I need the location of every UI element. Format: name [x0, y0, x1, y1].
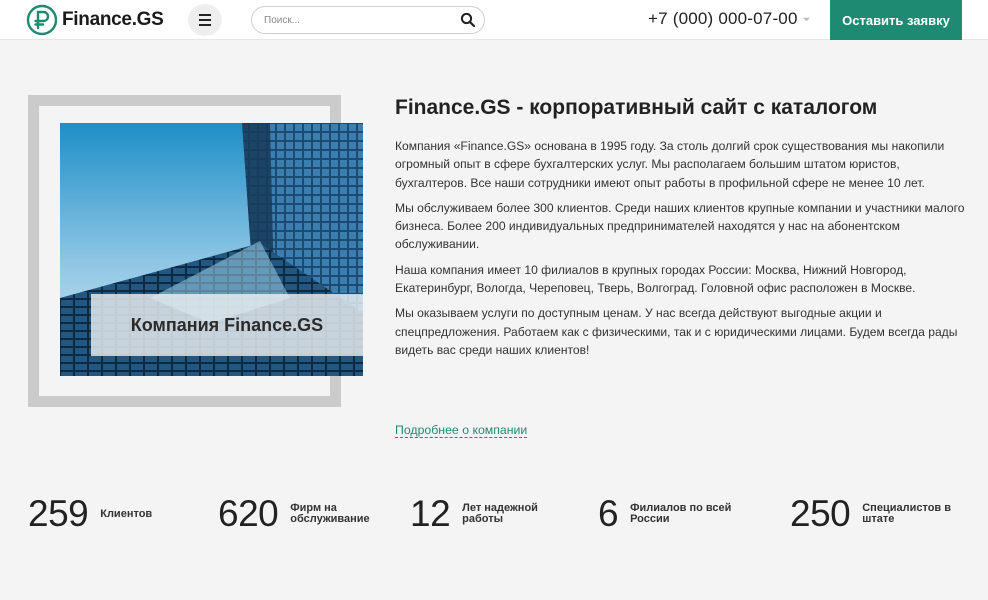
about-paragraph: Компания «Finance.GS» основана в 1995 го… — [395, 139, 945, 190]
more-about-link[interactable]: Подробнее о компании — [395, 423, 528, 438]
chevron-down-icon — [802, 17, 810, 21]
search-input[interactable] — [264, 7, 454, 33]
page-title: Finance.GS - корпоративный сайт с катало… — [395, 96, 878, 119]
stat-item: 12 Лет надежной работы — [410, 493, 538, 535]
about-text: Компания «Finance.GS» основана в 1995 го… — [395, 137, 965, 366]
phone-number: +7 (000) 000-07-00 — [648, 9, 798, 28]
menu-line — [199, 19, 211, 21]
search-box — [251, 6, 485, 34]
stat-label-line: Клиентов — [100, 507, 153, 520]
stat-label: Фирм на обслуживание — [290, 503, 369, 525]
logo-text: Finance.GS — [62, 9, 164, 30]
stat-label: Клиентов — [100, 507, 153, 520]
stat-label: Лет надежной работы — [462, 503, 538, 525]
site-header: Finance.GS +7 (000) 000-07-00 Оставить з… — [0, 0, 988, 40]
stat-label-line: штате — [862, 513, 895, 525]
stat-label-line: обслуживание — [290, 513, 370, 525]
search-icon[interactable] — [460, 12, 476, 28]
stat-value: 12 — [410, 493, 451, 534]
stat-value: 6 — [598, 493, 619, 534]
logo[interactable]: Finance.GS — [26, 2, 164, 38]
request-button[interactable]: Оставить заявку — [830, 0, 962, 40]
about-paragraph: Мы обслуживаем более 300 клиентов. Среди… — [395, 200, 965, 252]
stat-value: 620 — [218, 493, 279, 534]
phone-dropdown[interactable]: +7 (000) 000-07-00 — [648, 9, 811, 29]
stat-item: 620 Фирм на обслуживание — [218, 493, 370, 535]
stat-value: 259 — [28, 493, 89, 534]
about-paragraph: Наша компания имеет 10 филиалов в крупны… — [395, 262, 916, 296]
menu-line — [199, 24, 211, 26]
stat-label-line: России — [630, 513, 670, 525]
menu-button[interactable] — [188, 4, 222, 36]
stat-value: 250 — [790, 493, 851, 534]
stat-label-line: работы — [462, 513, 504, 525]
ruble-logo-icon — [26, 4, 58, 36]
photo-caption: Компания Finance.GS — [91, 294, 363, 356]
menu-line — [199, 14, 211, 16]
about-paragraph: Мы оказываем услуги по доступным ценам. … — [395, 306, 958, 357]
stat-label: Филиалов по всей России — [630, 503, 731, 525]
stat-item: 6 Филиалов по всей России — [598, 493, 731, 535]
stat-item: 250 Специалистов в штате — [790, 493, 951, 535]
stat-item: 259 Клиентов — [28, 493, 152, 535]
stat-label: Специалистов в штате — [862, 503, 951, 525]
